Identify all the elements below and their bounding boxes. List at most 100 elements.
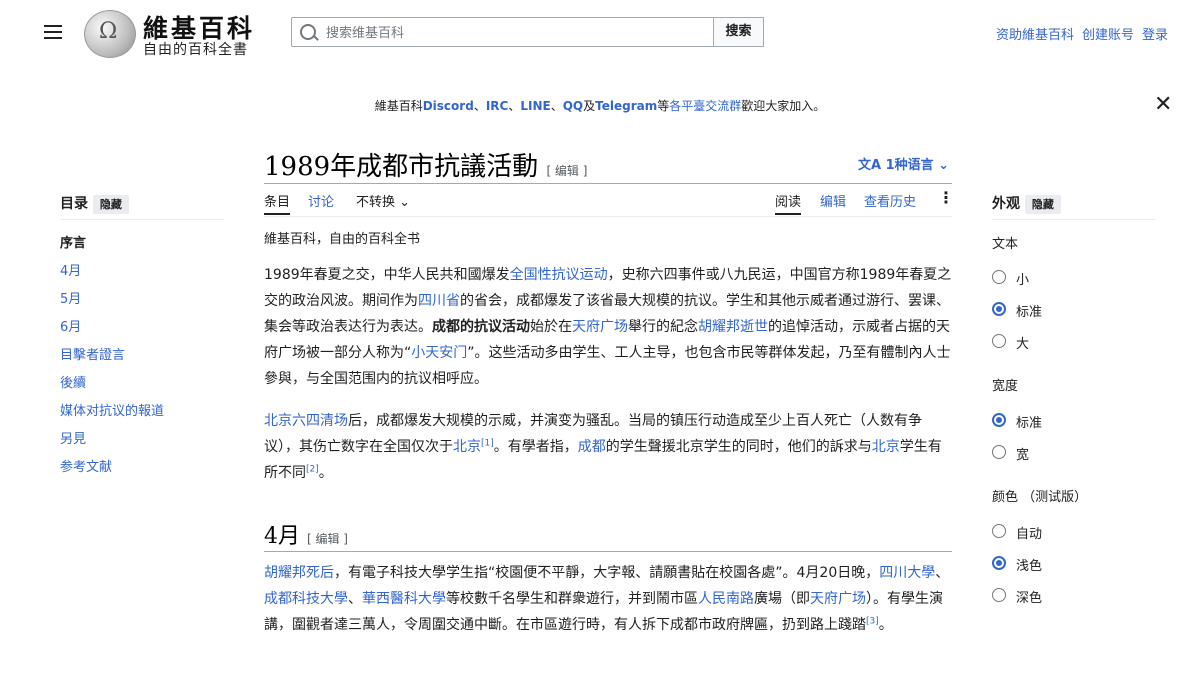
tab-article[interactable]: 条目 <box>264 191 291 215</box>
section-heading: 4月 [ 编辑 ] <box>264 518 348 550</box>
chevron-down-icon: ⌄ <box>399 195 411 210</box>
toc-item-intro[interactable]: 序言 <box>60 232 86 251</box>
toc-item[interactable]: 6月 <box>60 316 81 335</box>
toc-header: 目录 隐藏 <box>60 193 129 214</box>
link[interactable]: 四川大學 <box>879 565 935 581</box>
paragraph: 北京六四清场后，成都爆发大规模的示威，并演变为骚乱。当局的镇压行动造成至少上百人… <box>264 408 954 486</box>
toc-hide-button[interactable]: 隐藏 <box>92 195 129 214</box>
link[interactable]: 胡耀邦死后 <box>264 565 334 581</box>
notice-text: 及 <box>583 99 596 113</box>
site-notice: 維基百科Discord、IRC、LINE、QQ及Telegram等各平臺交流群歡… <box>0 97 1200 114</box>
notice-text: 、 <box>473 99 486 113</box>
toc-item[interactable]: 後續 <box>60 372 86 391</box>
radio-color-dark[interactable] <box>992 588 1006 602</box>
radio-label: 自动 <box>1016 527 1043 542</box>
text: 。 <box>318 465 333 481</box>
language-button[interactable]: 文A 1种语言 ⌄ <box>858 154 949 173</box>
paragraph: 1989年春夏之交，中华人民共和國爆发全国性抗议运动，史称六四事件或八九民运，中… <box>264 262 954 392</box>
variant-label: 不转换 <box>356 195 396 210</box>
irc-link[interactable]: IRC <box>486 99 509 113</box>
login-link[interactable]: 登录 <box>1142 28 1168 43</box>
text: 1989年春夏之交，中华人民共和國爆发 <box>264 267 510 283</box>
close-icon[interactable]: ✕ <box>1154 94 1172 116</box>
citation-link[interactable]: [2] <box>306 464 319 474</box>
tab-talk[interactable]: 讨论 <box>308 191 334 210</box>
telegram-link[interactable]: Telegram <box>595 99 657 113</box>
citation-link[interactable]: [3] <box>866 616 879 626</box>
donate-link[interactable]: 资助維基百科 <box>996 28 1074 43</box>
notice-text: 、 <box>550 99 563 113</box>
title-edit-link[interactable]: [ 编辑 ] <box>546 164 587 178</box>
search-input[interactable] <box>324 19 714 47</box>
site-subtitle: 維基百科，自由的百科全书 <box>264 232 421 247</box>
link[interactable]: 華西醫科大學 <box>362 591 446 607</box>
tab-edit[interactable]: 编辑 <box>820 191 846 210</box>
text: 、 <box>935 565 950 581</box>
radio-label: 宽 <box>1016 448 1030 463</box>
toc-item[interactable]: 另見 <box>60 428 86 447</box>
link[interactable]: 天府广场 <box>572 319 628 335</box>
radio-width-standard[interactable] <box>992 413 1006 427</box>
toc-item[interactable]: 目擊者證言 <box>60 344 125 363</box>
radio-color-auto[interactable] <box>992 524 1006 538</box>
create-account-link[interactable]: 创建账号 <box>1082 28 1134 43</box>
text: 廣場（即 <box>754 591 810 607</box>
link[interactable]: 天府广场 <box>810 591 866 607</box>
language-count: 1种语言 <box>885 158 934 173</box>
variant-dropdown[interactable]: 不转换 ⌄ <box>356 191 410 210</box>
text: 等校數千名學生和群衆遊行，并到鬧市區 <box>446 591 698 607</box>
radio-text-small[interactable] <box>992 270 1006 284</box>
radio-label: 小 <box>1016 273 1030 288</box>
tab-history[interactable]: 查看历史 <box>864 191 916 210</box>
search-icon <box>300 24 316 40</box>
main-menu-button[interactable] <box>44 25 62 39</box>
translate-icon: 文A <box>858 158 882 173</box>
section-divider <box>264 551 952 552</box>
link[interactable]: 人民南路 <box>698 591 754 607</box>
radio-text-standard[interactable] <box>992 302 1006 316</box>
discord-link[interactable]: Discord <box>423 99 474 113</box>
radio-label: 深色 <box>1016 591 1043 606</box>
line-link[interactable]: LINE <box>520 99 550 113</box>
appearance-title: 外观 <box>992 196 1020 212</box>
toc-title: 目录 <box>60 196 88 212</box>
radio-color-light[interactable] <box>992 556 1006 570</box>
link[interactable]: 成都 <box>578 439 606 455</box>
link[interactable]: 小天安门 <box>411 345 467 361</box>
toc-item[interactable]: 媒体对抗议的報道 <box>60 400 164 419</box>
appearance-header: 外观 隐藏 <box>992 193 1061 214</box>
radio-label: 标准 <box>1016 305 1043 320</box>
link[interactable]: 北京 <box>453 439 481 455</box>
toc-item[interactable]: 参考文献 <box>60 456 112 475</box>
text: 舉行的紀念 <box>628 319 698 335</box>
notice-text: 維基百科 <box>374 99 423 113</box>
groups-link[interactable]: 各平臺交流群 <box>669 99 741 113</box>
width-label: 宽度 <box>992 379 1019 394</box>
appearance-divider <box>992 219 1156 220</box>
qq-link[interactable]: QQ <box>563 99 583 113</box>
toc-item[interactable]: 4月 <box>60 260 81 279</box>
section-edit-link[interactable]: [ 编辑 ] <box>307 532 348 546</box>
radio-label: 浅色 <box>1016 559 1043 574</box>
user-links: 资助維基百科 创建账号 登录 <box>988 24 1168 43</box>
radio-width-wide[interactable] <box>992 445 1006 459</box>
radio-label: 标准 <box>1016 416 1043 431</box>
link[interactable]: 北京 <box>872 439 900 455</box>
text: ，有電子科技大學学生指“校園便不平靜，大字報、請願書貼在校園各處”。4月20日晚… <box>334 565 880 581</box>
link[interactable]: 北京六四清场 <box>264 413 348 429</box>
tab-read[interactable]: 阅读 <box>775 191 802 215</box>
notice-text: 歡迎大家加入。 <box>741 99 826 113</box>
citation-link[interactable]: [1] <box>481 438 494 448</box>
wikipedia-globe-logo[interactable] <box>84 10 136 58</box>
link[interactable]: 成都科技大學 <box>264 591 348 607</box>
text: 始於在 <box>530 319 572 335</box>
text: 、 <box>348 591 362 607</box>
search-button[interactable]: 搜索 <box>713 17 764 47</box>
radio-text-large[interactable] <box>992 334 1006 348</box>
link[interactable]: 胡耀邦逝世 <box>698 319 768 335</box>
more-tools-icon[interactable]: ⋮ <box>938 188 954 207</box>
link[interactable]: 全国性抗议运动 <box>510 267 608 283</box>
link[interactable]: 四川省 <box>418 293 460 309</box>
toc-item[interactable]: 5月 <box>60 288 81 307</box>
appearance-hide-button[interactable]: 隐藏 <box>1024 195 1061 214</box>
